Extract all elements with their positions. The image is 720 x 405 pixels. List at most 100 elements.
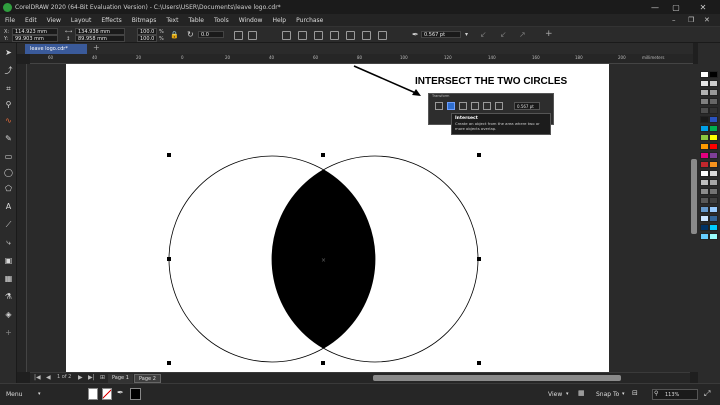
zoom-tool-icon[interactable]: ⚲ [3, 99, 14, 110]
inset-trim-icon[interactable] [459, 102, 467, 110]
interactive-fill-icon[interactable]: ◈ [3, 309, 14, 320]
selection-handle[interactable] [167, 361, 171, 365]
inset-front-minus-back-icon[interactable] [483, 102, 491, 110]
color-swatch[interactable] [700, 188, 709, 195]
inset-simplify-icon[interactable] [471, 102, 479, 110]
snap-toggle-icon[interactable]: ⊟ [632, 389, 638, 397]
quick-trace-icon[interactable]: ↗ [519, 30, 526, 39]
intersect-icon[interactable] [314, 31, 323, 40]
weld-icon[interactable] [282, 31, 291, 40]
color-swatch[interactable] [709, 197, 718, 204]
view-dropdown-icon[interactable]: ▾ [566, 391, 569, 397]
rectangle-tool-icon[interactable]: ▭ [3, 151, 14, 162]
inset-outline-width-field[interactable]: 0.567 pt [514, 102, 540, 110]
color-swatch[interactable] [700, 134, 709, 141]
outline-width-field[interactable]: 0.567 pt [421, 31, 461, 38]
zoom-level-field[interactable]: 113% [652, 389, 698, 400]
selection-handle[interactable] [167, 257, 171, 261]
width-field[interactable]: 134.938 mm [75, 28, 125, 35]
menu-view[interactable]: View [42, 17, 66, 24]
mirror-horizontal-icon[interactable] [234, 31, 243, 40]
color-swatch[interactable] [709, 143, 718, 150]
color-swatch[interactable] [700, 233, 709, 240]
page-tab-2[interactable]: Page 2 [134, 374, 161, 383]
scale-width-field[interactable]: 100.0 [137, 28, 157, 35]
rotation-field[interactable]: 0.0 [198, 31, 224, 38]
next-page-icon[interactable]: ▶ [78, 374, 83, 381]
color-swatch[interactable] [700, 98, 709, 105]
snap-dropdown-icon[interactable]: ▾ [622, 391, 625, 397]
doc-close-icon[interactable]: ✕ [704, 14, 710, 26]
selection-handle[interactable] [477, 257, 481, 261]
selection-handle[interactable] [167, 153, 171, 157]
pick-tool-icon[interactable]: ➤ [3, 47, 14, 58]
menu-tools[interactable]: Tools [209, 17, 234, 24]
new-document-icon[interactable]: + [93, 43, 100, 52]
crop-tool-icon[interactable]: ⌗ [3, 83, 14, 94]
menu-dropdown-icon[interactable]: ▾ [38, 391, 41, 397]
document-tab[interactable]: leave logo.cdr* [25, 44, 87, 54]
inset-intersect-icon[interactable] [447, 102, 455, 110]
color-swatch[interactable] [709, 107, 718, 114]
eyedropper-icon[interactable]: ⚗ [3, 291, 14, 302]
minimize-icon[interactable]: — [646, 0, 664, 14]
color-swatch[interactable] [700, 116, 709, 123]
color-swatch[interactable] [709, 80, 718, 87]
height-field[interactable]: 89.958 mm [75, 35, 125, 42]
color-swatch[interactable] [709, 71, 718, 78]
color-swatch[interactable] [709, 179, 718, 186]
color-swatch[interactable] [709, 152, 718, 159]
drop-shadow-icon[interactable]: ▣ [3, 255, 14, 266]
inset-weld-icon[interactable] [435, 102, 443, 110]
color-swatch[interactable] [700, 125, 709, 132]
color-swatch[interactable] [709, 161, 718, 168]
y-position-field[interactable]: 99.903 mm [12, 35, 58, 42]
outline-color-indicator[interactable] [130, 388, 141, 400]
front-minus-back-icon[interactable] [346, 31, 355, 40]
vertical-scroll-thumb[interactable] [691, 159, 697, 234]
selection-handle[interactable] [321, 361, 325, 365]
view-button[interactable]: View [548, 391, 562, 398]
color-swatch[interactable] [709, 125, 718, 132]
lock-ratio-icon[interactable]: 🔒 [170, 31, 179, 39]
color-swatch[interactable] [700, 71, 709, 78]
menu-window[interactable]: Window [234, 17, 268, 24]
color-swatch[interactable] [700, 143, 709, 150]
back-minus-front-icon[interactable] [362, 31, 371, 40]
arrow-start-icon[interactable]: ↙ [480, 30, 487, 39]
horizontal-ruler[interactable]: 60 40 20 0 20 40 60 80 100 120 140 160 1… [30, 54, 693, 64]
menu-text[interactable]: Text [161, 17, 183, 24]
color-swatch[interactable] [700, 80, 709, 87]
transparency-tool-icon[interactable]: ▦ [3, 273, 14, 284]
color-swatch[interactable] [709, 170, 718, 177]
menu-file[interactable]: File [0, 17, 20, 24]
color-swatch[interactable] [700, 215, 709, 222]
ellipse-tool-icon[interactable]: ◯ [3, 167, 14, 178]
inset-back-minus-front-icon[interactable] [495, 102, 503, 110]
freehand-tool-icon[interactable]: ∿ [3, 115, 14, 126]
create-boundary-icon[interactable] [378, 31, 387, 40]
vertical-scrollbar[interactable] [690, 64, 698, 372]
color-swatch[interactable] [709, 116, 718, 123]
color-swatch[interactable] [700, 224, 709, 231]
menu-effects[interactable]: Effects [96, 17, 126, 24]
menu-layout[interactable]: Layout [66, 17, 96, 24]
color-swatch[interactable] [709, 98, 718, 105]
outline-dropdown-icon[interactable]: ▾ [465, 31, 468, 38]
color-swatch[interactable] [709, 89, 718, 96]
artistic-media-icon[interactable]: ✎ [3, 133, 14, 144]
color-swatch[interactable] [709, 206, 718, 213]
color-swatch[interactable] [700, 107, 709, 114]
snap-to-button[interactable]: Snap To [596, 391, 619, 398]
color-swatch[interactable] [700, 152, 709, 159]
expand-icon[interactable]: ⤢ [704, 389, 710, 399]
fill-indicator-icon[interactable] [88, 388, 98, 400]
arrow-end-icon[interactable]: ↙ [500, 30, 507, 39]
connector-tool-icon[interactable]: ⤷ [3, 237, 14, 248]
first-page-icon[interactable]: |◀ [34, 374, 41, 381]
selection-handle[interactable] [477, 361, 481, 365]
outline-pen-status-icon[interactable]: ✒ [117, 388, 124, 397]
drawing-canvas[interactable]: × [27, 64, 690, 372]
color-swatch[interactable] [700, 161, 709, 168]
color-swatch[interactable] [700, 197, 709, 204]
